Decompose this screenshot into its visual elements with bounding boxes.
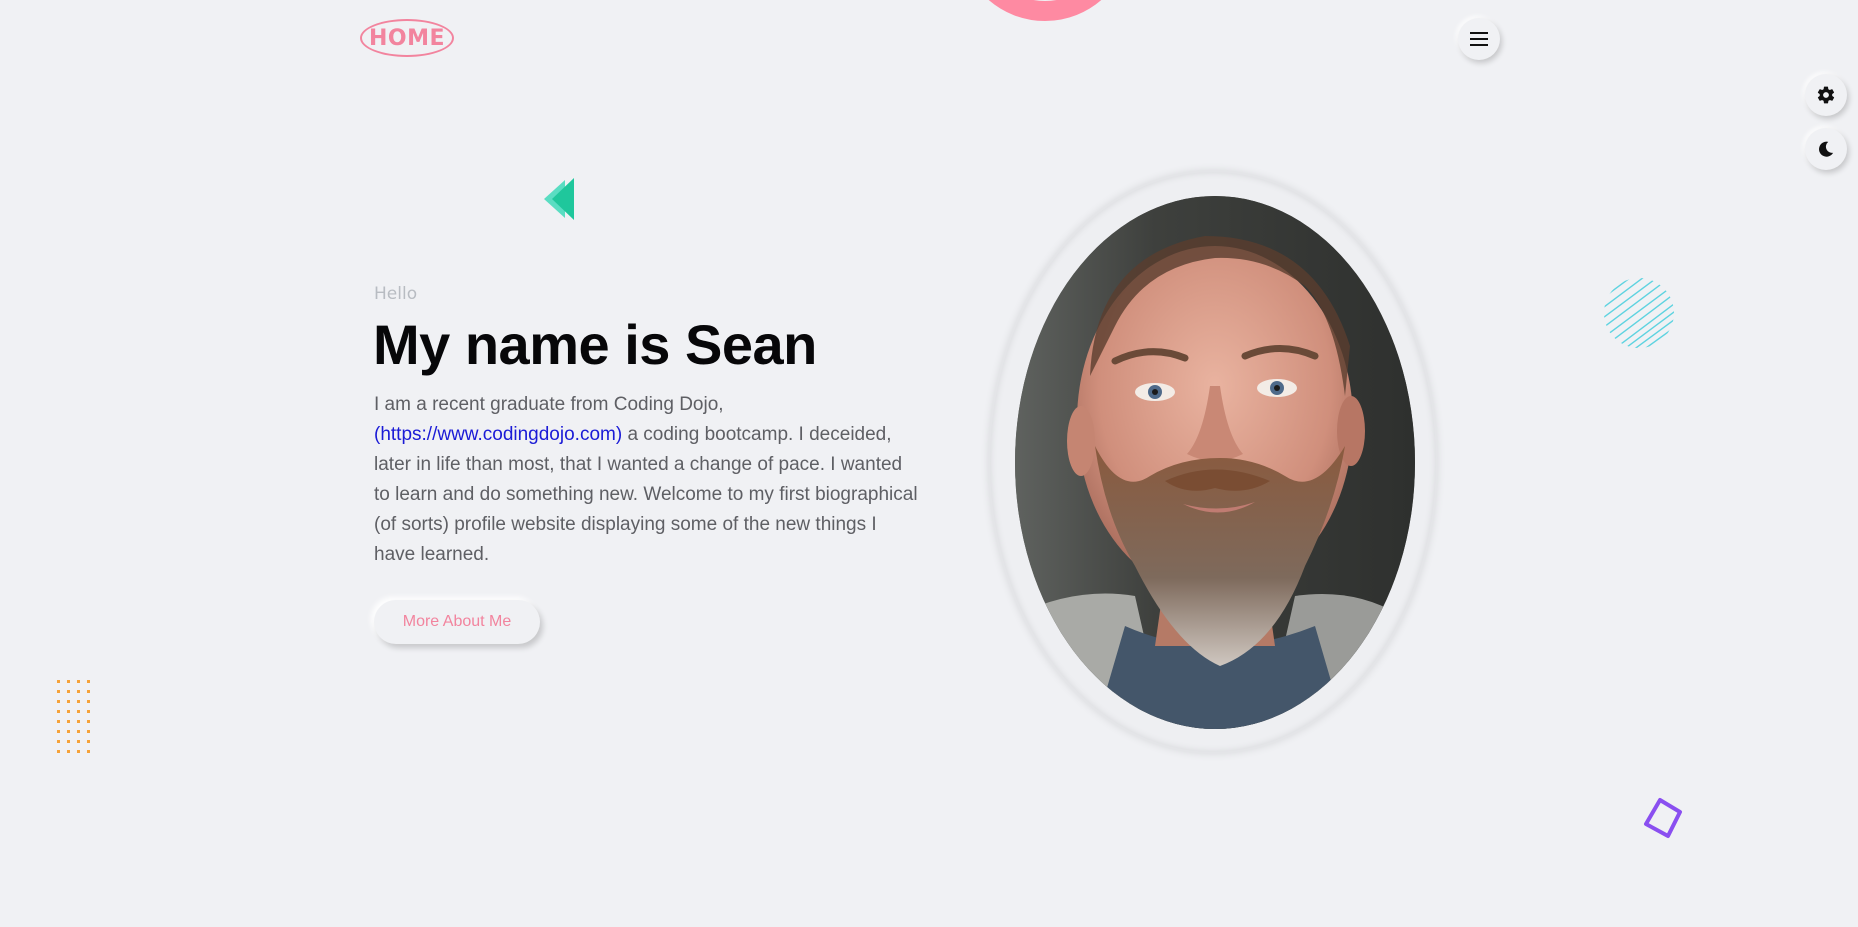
bio-text-end: a coding bootcamp. I deceided, later in … — [374, 424, 918, 565]
purple-diamond-shape — [1644, 798, 1682, 838]
codingdojo-link[interactable]: (https://www.codingdojo.com) — [374, 424, 622, 445]
more-about-me-button[interactable]: More About Me — [374, 600, 540, 644]
greeting-text: Hello — [374, 284, 418, 304]
profile-photo-illustration — [1015, 196, 1415, 729]
profile-photo — [1015, 196, 1415, 729]
pink-ring-shape — [989, 0, 1101, 21]
hatched-circle-shape — [1604, 278, 1674, 348]
menu-button[interactable] — [1458, 18, 1500, 60]
moon-icon — [1819, 141, 1834, 157]
hamburger-menu-icon — [1470, 32, 1488, 46]
settings-button[interactable] — [1805, 74, 1847, 116]
theme-toggle-button[interactable] — [1805, 128, 1847, 170]
teal-triangle-shape — [544, 178, 574, 220]
bio-paragraph: I am a recent graduate from Coding Dojo,… — [374, 390, 919, 570]
gear-icon — [1817, 86, 1835, 104]
home-logo-link[interactable]: HOME — [360, 19, 454, 57]
orange-dot-grid-shape — [57, 680, 90, 753]
bio-text-start: I am a recent graduate from Coding Dojo, — [374, 394, 724, 415]
page-title: My name is Sean — [373, 313, 817, 376]
